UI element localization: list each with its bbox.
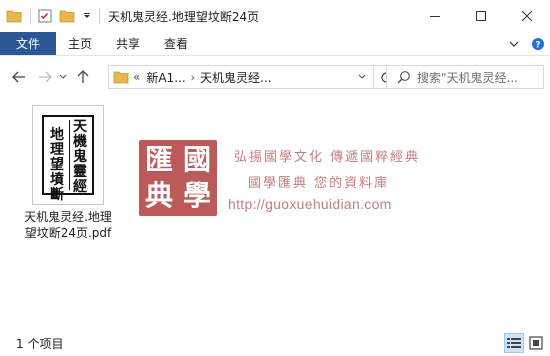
file-name: 天机鬼灵经.地理 望坟断24页.pdf bbox=[18, 209, 118, 241]
back-arrow-icon[interactable] bbox=[8, 66, 30, 88]
status-bar: 1 个项目 bbox=[0, 330, 550, 356]
file-name-line1: 天机鬼灵经.地理 bbox=[24, 210, 112, 224]
tab-share[interactable]: 共享 bbox=[104, 32, 152, 55]
address-bar[interactable]: « 新A1... › 天机鬼灵经... bbox=[108, 65, 374, 89]
seal-char: 國 bbox=[182, 143, 211, 176]
file-list-area: 天機鬼靈經 地理望墳斷 天机鬼灵经.地理 望坟断24页.pdf bbox=[0, 97, 550, 330]
tab-view[interactable]: 查看 bbox=[152, 32, 200, 55]
watermark-tagline: 國學匯典 您的資料庫 bbox=[248, 176, 390, 191]
book-cover: 天機鬼靈經 地理望墳斷 bbox=[42, 115, 94, 203]
seal-char: 學 bbox=[182, 179, 211, 212]
cover-title: 天機鬼靈經 bbox=[73, 119, 87, 195]
tab-home[interactable]: 主页 bbox=[56, 32, 104, 55]
new-folder-icon[interactable] bbox=[59, 8, 75, 24]
toolbar-divider bbox=[30, 8, 31, 24]
seal-char: 匯 bbox=[144, 143, 173, 176]
chevron-right-icon[interactable]: › bbox=[191, 71, 195, 84]
cover-subtitle: 地理望墳斷 bbox=[50, 127, 64, 203]
maximize-button[interactable] bbox=[458, 0, 504, 32]
search-placeholder: 搜索"天机鬼灵经... bbox=[417, 70, 518, 85]
ribbon-tabs: 文件 主页 共享 查看 ? bbox=[0, 32, 550, 56]
expand-ribbon-chevron-icon[interactable] bbox=[502, 32, 526, 56]
cover-divider bbox=[69, 120, 70, 190]
file-item-pdf[interactable]: 天機鬼靈經 地理望墳斷 天机鬼灵经.地理 望坟断24页.pdf bbox=[18, 101, 112, 241]
close-button[interactable] bbox=[504, 0, 550, 32]
ribbon-right-controls: ? bbox=[502, 32, 550, 56]
file-thumbnail: 天機鬼靈經 地理望墳斷 bbox=[32, 105, 104, 205]
minimize-button[interactable] bbox=[412, 0, 458, 32]
quick-access-toolbar bbox=[0, 0, 106, 32]
folder-icon[interactable] bbox=[6, 8, 22, 24]
title-bar: 天机鬼灵经.地理望坟断24页 bbox=[0, 0, 550, 32]
watermark-url: http://guoxuehuidian.com bbox=[228, 196, 392, 212]
help-icon[interactable]: ? bbox=[526, 32, 550, 56]
breadcrumb-overflow[interactable]: « bbox=[133, 70, 140, 84]
forward-arrow-icon[interactable] bbox=[34, 66, 56, 88]
item-count: 1 个项目 bbox=[16, 336, 64, 351]
breadcrumb-item[interactable]: 新A1... bbox=[146, 69, 185, 86]
svg-text:?: ? bbox=[535, 41, 540, 51]
watermark-seal: 匯 國 典 學 bbox=[139, 140, 217, 216]
tab-file[interactable]: 文件 bbox=[0, 32, 57, 55]
recent-locations-chevron-icon[interactable] bbox=[56, 66, 70, 88]
large-icons-view-icon[interactable] bbox=[526, 333, 546, 353]
window-controls bbox=[412, 0, 550, 32]
up-arrow-icon[interactable] bbox=[72, 66, 94, 88]
properties-icon[interactable] bbox=[37, 8, 53, 24]
window-title: 天机鬼灵经.地理望坟断24页 bbox=[108, 9, 260, 24]
search-icon bbox=[397, 71, 410, 84]
seal-char: 典 bbox=[144, 179, 173, 212]
navigation-bar: « 新A1... › 天机鬼灵经... 搜索"天机鬼灵经... bbox=[0, 57, 550, 97]
address-history-chevron-icon[interactable] bbox=[351, 66, 373, 88]
search-input[interactable]: 搜索"天机鬼灵经... bbox=[386, 65, 544, 89]
details-view-icon[interactable] bbox=[504, 333, 524, 353]
breadcrumb-item[interactable]: 天机鬼灵经... bbox=[200, 69, 271, 86]
customize-toolbar-chevron-icon[interactable] bbox=[81, 8, 93, 24]
file-name-line2: 望坟断24页.pdf bbox=[24, 226, 112, 240]
breadcrumb: « 新A1... › 天机鬼灵经... bbox=[133, 69, 272, 86]
watermark-slogan: 弘揚國學文化 傳遞國粹經典 bbox=[234, 150, 421, 165]
folder-icon bbox=[113, 71, 129, 84]
toolbar-divider bbox=[99, 8, 100, 24]
view-switcher bbox=[502, 333, 546, 353]
